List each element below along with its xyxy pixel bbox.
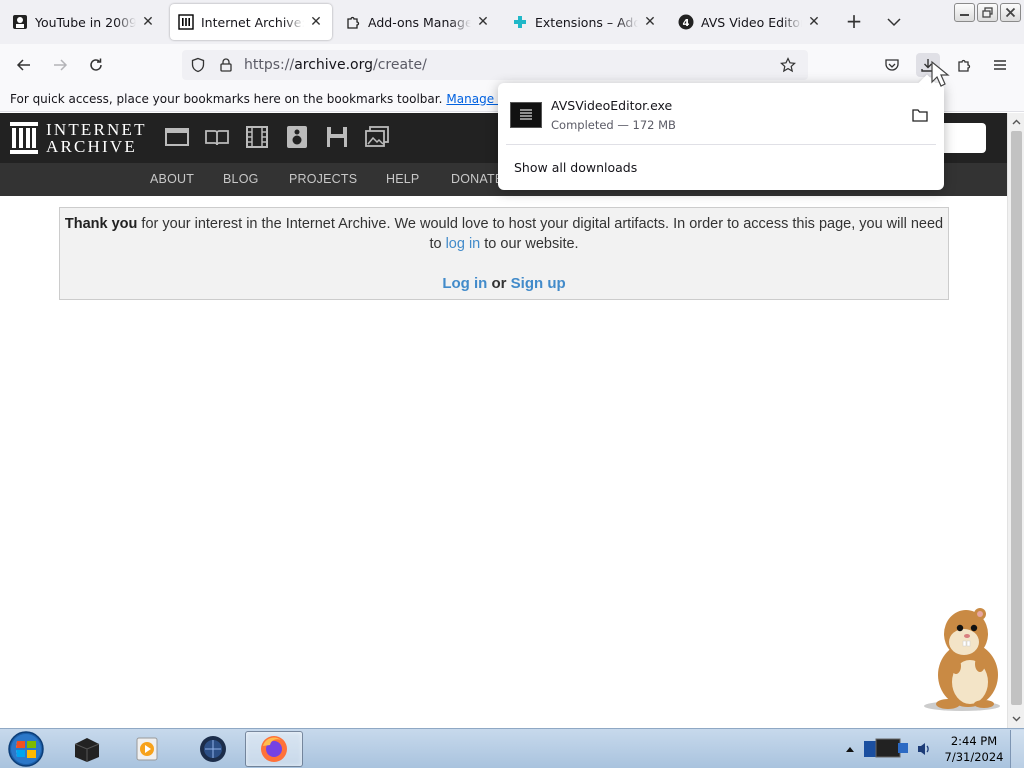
- tab-strip: YouTube in 2009 - Wayback Machine ✕ Inte…: [0, 0, 1024, 44]
- ia-logo-line2: ARCHIVE: [46, 137, 137, 156]
- scroll-down-arrow-icon[interactable]: [1008, 710, 1024, 727]
- notice-actions: Log in or Sign up: [60, 274, 948, 294]
- show-all-downloads-button[interactable]: Show all downloads: [514, 160, 637, 175]
- url-scheme: https://: [244, 57, 295, 73]
- ia-wordmark: INTERNET ARCHIVE: [46, 121, 147, 155]
- navigation-toolbar: https://archive.org/create/: [0, 44, 1024, 86]
- new-tab-plus-icon[interactable]: +: [842, 10, 866, 34]
- nav-projects[interactable]: PROJECTS: [289, 172, 357, 186]
- notice-text-end: to our website.: [480, 236, 579, 252]
- windows-taskbar: 2:44 PM 7/31/2024: [0, 728, 1024, 768]
- ia-temple-logo-icon: [10, 122, 38, 154]
- notice-bold-text: Thank you: [64, 216, 138, 232]
- internet-archive-icon: [178, 14, 194, 30]
- reload-icon[interactable]: [84, 53, 108, 77]
- mouse-cursor-icon: [930, 60, 956, 91]
- tracking-protection-shield-icon[interactable]: [190, 57, 206, 73]
- start-orb-icon[interactable]: [6, 730, 46, 768]
- show-desktop-button[interactable]: [1010, 730, 1024, 768]
- lock-icon[interactable]: [218, 57, 234, 73]
- bookmark-star-icon[interactable]: [780, 57, 796, 73]
- log-in-link[interactable]: Log in: [442, 275, 487, 292]
- tab-avs-video-editor[interactable]: 4 AVS Video Editor - easy video editing …: [670, 4, 830, 40]
- url-domain: archive.org: [294, 57, 373, 73]
- addons-icon: [512, 14, 528, 30]
- notice-login-link[interactable]: log in: [446, 236, 481, 252]
- video-film-icon[interactable]: [245, 125, 269, 149]
- ia-logo[interactable]: INTERNET ARCHIVE: [10, 121, 147, 155]
- download-item[interactable]: AVSVideoEditor.exe Completed — 172 MB: [506, 91, 936, 139]
- sign-up-link[interactable]: Sign up: [511, 275, 566, 292]
- ia-media-icons: [165, 125, 389, 149]
- web-page: INTERNET ARCHIVE ABOUT BLOG PROJECTS HEL…: [0, 113, 1007, 728]
- nav-help[interactable]: HELP: [386, 172, 419, 186]
- window-controls: [954, 3, 1021, 22]
- pocket-icon[interactable]: [880, 53, 904, 77]
- nav-about[interactable]: ABOUT: [150, 172, 194, 186]
- texts-book-icon[interactable]: [205, 125, 229, 149]
- tab-close-icon[interactable]: ✕: [308, 14, 324, 30]
- back-arrow-icon[interactable]: [12, 53, 36, 77]
- tray-network-icon[interactable]: [862, 735, 910, 766]
- nav-donate[interactable]: DONATE: [451, 172, 503, 186]
- minimize-icon[interactable]: [954, 3, 975, 22]
- tab-addons-manager[interactable]: Add-ons Manager ✕: [337, 4, 499, 40]
- restore-icon[interactable]: [977, 3, 998, 22]
- hamster-desktop-pet-image: [918, 600, 1008, 712]
- tab-close-icon[interactable]: ✕: [475, 14, 491, 30]
- tray-volume-icon[interactable]: [916, 741, 932, 760]
- taskbar-clock[interactable]: 2:44 PM 7/31/2024: [942, 733, 1006, 765]
- forward-arrow-icon[interactable]: [48, 53, 72, 77]
- clock-date: 7/31/2024: [944, 750, 1004, 764]
- taskbar-app-black-box-icon[interactable]: [58, 731, 116, 767]
- url-path: /create/: [373, 57, 427, 73]
- tab-close-icon[interactable]: ✕: [140, 14, 156, 30]
- tab-extensions-addons[interactable]: Extensions – Add-ons for Firefox ✕: [504, 4, 666, 40]
- audio-speaker-icon[interactable]: [285, 125, 309, 149]
- list-all-tabs-chevron-icon[interactable]: [882, 10, 906, 34]
- scroll-up-arrow-icon[interactable]: [1008, 113, 1024, 130]
- download-file-name: AVSVideoEditor.exe: [551, 98, 673, 113]
- tab-internet-archive[interactable]: Internet Archive: please log in ✕: [170, 4, 332, 40]
- download-info: AVSVideoEditor.exe Completed — 172 MB: [551, 98, 908, 132]
- tab-close-icon[interactable]: ✕: [642, 14, 658, 30]
- url-text[interactable]: https://archive.org/create/: [244, 57, 427, 73]
- nav-blog[interactable]: BLOG: [223, 172, 259, 186]
- download-status: Completed — 172 MB: [551, 118, 676, 132]
- notice-message: Thank you for your interest in the Inter…: [60, 214, 948, 254]
- panel-separator: [506, 144, 936, 145]
- or-text: or: [487, 275, 511, 292]
- show-hidden-icons-arrow-icon[interactable]: [846, 746, 854, 752]
- downloads-panel: AVSVideoEditor.exe Completed — 172 MB Sh…: [498, 74, 944, 190]
- taskbar-media-player-icon[interactable]: [118, 731, 176, 767]
- avs-icon: 4: [678, 14, 694, 30]
- ia-logo-line1: INTERNET: [46, 120, 147, 139]
- screen: { "browser": { "tabs": [ {"title": "YouT…: [0, 0, 1024, 768]
- clock-time: 2:44 PM: [950, 734, 998, 748]
- puzzle-icon: [345, 14, 361, 30]
- images-icon[interactable]: [365, 125, 389, 149]
- bookmarks-hint-text: For quick access, place your bookmarks h…: [10, 91, 443, 106]
- tab-youtube-2009[interactable]: YouTube in 2009 - Wayback Machine ✕: [4, 4, 164, 40]
- software-floppy-icon[interactable]: [325, 125, 349, 149]
- taskbar-firefox-icon[interactable]: [245, 731, 303, 767]
- login-notice: Thank you for your interest in the Inter…: [59, 207, 949, 300]
- address-bar[interactable]: https://archive.org/create/: [182, 50, 808, 80]
- close-window-icon[interactable]: [1000, 3, 1021, 22]
- exe-file-icon: [510, 102, 542, 128]
- show-in-folder-icon[interactable]: [908, 103, 932, 127]
- web-archive-icon[interactable]: [165, 125, 189, 149]
- hamburger-menu-icon[interactable]: [988, 53, 1012, 77]
- wayback-icon: [12, 14, 28, 30]
- taskbar-globe-app-icon[interactable]: [184, 731, 242, 767]
- scrollbar-thumb[interactable]: [1011, 131, 1022, 705]
- tab-close-icon[interactable]: ✕: [806, 14, 822, 30]
- svg-text:4: 4: [683, 18, 690, 29]
- page-scrollbar[interactable]: [1007, 113, 1024, 728]
